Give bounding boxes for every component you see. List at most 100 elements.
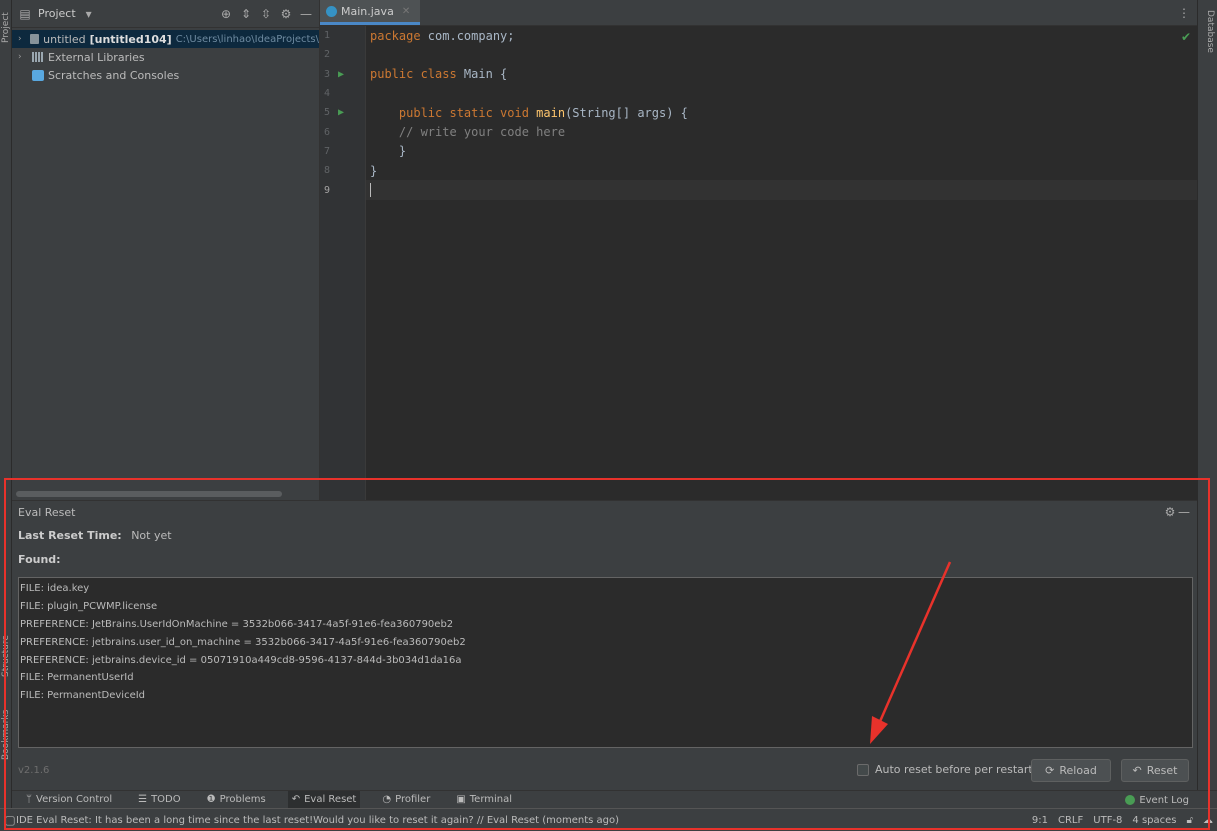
tab-version-control[interactable]: ᛘ Version Control [22,791,116,809]
tab-label: TODO [151,794,181,805]
code-editor: Main.java ✕ ⋮ 1 2 3 ▶ 4 5 ▶ 6 7 8 9 packag… [319,0,1197,500]
indent-setting[interactable]: 4 spaces [1132,815,1176,826]
right-tool-strip: Database [1197,0,1217,790]
run-icon[interactable]: ▶ [338,69,344,80]
found-list-item: PREFERENCE: jetbrains.user_id_on_machine… [20,636,466,648]
bottom-tool-tabs: ᛘ Version Control ☰ TODO ❶ Problems ↶ Eval R… [12,790,1217,809]
line-number: 2 [324,49,331,61]
tree-item-external-libraries[interactable]: › External Libraries [12,48,319,66]
database-tool-tab[interactable]: Database [1205,10,1215,53]
terminal-icon: ▣ [456,794,466,805]
project-view-icon: ▤ [19,6,31,21]
code-line: // write your code here [370,125,566,140]
undo-icon: ↶ [291,794,301,805]
reset-button[interactable]: ↶ Reset [1121,759,1189,782]
file-encoding[interactable]: UTF-8 [1093,815,1122,826]
line-number: 7 [324,145,331,157]
line-number: 5 ▶ [324,107,345,119]
status-bar: ▢ IDE Eval Reset: It has been a long tim… [0,808,1217,831]
tab-eval-reset[interactable]: ↶ Eval Reset [287,790,361,809]
line-separator[interactable]: CRLF [1058,815,1083,826]
profiler-icon: ◔ [382,794,392,805]
gear-icon[interactable]: ⚙ [279,7,293,21]
undo-icon: ↶ [1132,764,1142,777]
found-list-item: PREFERENCE: JetBrains.UserIdOnMachine = … [20,618,454,630]
found-list-item: FILE: PermanentDeviceId [20,690,146,702]
code-area[interactable]: package com.company; public class Main {… [366,26,1197,500]
bookmarks-tool-tab[interactable]: Bookmarks [0,705,12,765]
status-message[interactable]: IDE Eval Reset: It has been a long time … [16,815,1032,826]
project-panel-title[interactable]: Project [38,7,76,20]
tab-todo[interactable]: ☰ TODO [134,791,185,809]
tree-item-label: untitled [43,32,86,46]
module-folder-icon [29,34,40,44]
structure-tool-tab[interactable]: Structure [0,630,12,682]
java-class-icon [326,5,337,17]
database-tool-tab-label: Database [1205,10,1215,53]
library-icon [32,52,44,62]
editor-tab-bar: Main.java ✕ ⋮ [320,0,1197,26]
auto-reset-option[interactable]: Auto reset before per restart [857,763,1033,776]
line-number: 9 [324,184,331,196]
lock-icon[interactable]: 🔓︎ [1187,815,1193,826]
tree-item-path: C:\Users\linhao\IdeaProjects\ [175,33,319,45]
tab-label: Main.java [341,4,394,18]
toggle-tool-windows-icon[interactable]: ▢ [4,813,16,827]
reset-button-label: Reset [1146,764,1178,777]
more-options-icon[interactable]: ⋮ [1177,6,1191,20]
tree-item-untitled[interactable]: › untitled [untitled104] C:\Users\linhao… [12,30,319,48]
line-number: 8 [324,165,331,177]
auto-reset-checkbox[interactable] [857,763,869,776]
locate-icon[interactable]: ⊕ [219,7,233,21]
text-caret [370,183,371,198]
chevron-right-icon[interactable]: › [18,34,26,44]
found-list[interactable]: FILE: idea.key FILE: plugin_PCWMP.licens… [18,577,1193,748]
code-line: package com.company; [370,28,515,43]
caret-position[interactable]: 9:1 [1032,815,1048,826]
project-tool-tab-label: Project [1,12,11,44]
tab-label: Problems [219,794,266,805]
chevron-down-icon[interactable]: ▾ [82,7,96,21]
event-log-button[interactable]: Event Log [1125,791,1189,809]
found-list-item: PREFERENCE: jetbrains.device_id = 050719… [20,654,462,666]
scratches-icon [32,69,44,81]
tab-label: Eval Reset [304,794,357,805]
bookmarks-tool-tab-label: Bookmarks [1,709,11,761]
found-list-item: FILE: idea.key [20,583,90,595]
event-log-icon [1125,795,1136,805]
eval-reset-panel: Eval Reset ⚙ — Last Reset Time: Not yet … [12,500,1197,790]
refresh-icon: ⟳ [1045,764,1055,777]
reload-button[interactable]: ⟳ Reload [1031,759,1111,782]
tab-profiler[interactable]: ◔ Profiler [378,791,434,809]
close-icon[interactable]: ✕ [402,6,410,17]
notifications-icon[interactable]: ☁ [1203,815,1213,826]
gear-icon[interactable]: ⚙ [1163,505,1177,519]
chevron-right-icon[interactable]: › [18,52,28,62]
tab-label: Terminal [469,794,513,805]
code-line: } [370,163,378,178]
expand-all-icon[interactable]: ⇕ [239,7,253,21]
tab-label: Profiler [395,794,431,805]
event-log-label: Event Log [1139,794,1189,806]
horizontal-scrollbar[interactable] [16,491,282,497]
minimize-icon[interactable]: — [1177,505,1191,519]
tree-item-scratches[interactable]: Scratches and Consoles [12,66,319,84]
tab-main-java[interactable]: Main.java ✕ [320,0,421,25]
collapse-all-icon[interactable]: ⇳ [259,7,273,21]
project-tool-tab[interactable]: Project [0,4,12,52]
reload-button-label: Reload [1059,764,1097,777]
tab-terminal[interactable]: ▣ Terminal [452,791,516,809]
tree-item-module-name: [untitled104] [89,32,172,46]
project-panel: ▤ Project ▾ ⊕ ⇕ ⇳ ⚙ — › untitled [untitl… [12,0,319,500]
run-icon[interactable]: ▶ [338,107,344,118]
last-reset-label: Last Reset Time: [18,529,122,542]
code-line-current [366,180,1197,200]
info-icon: ❶ [206,794,216,805]
tab-label: Version Control [36,794,113,805]
minimize-icon[interactable]: — [299,7,313,21]
structure-tool-tab-label: Structure [1,635,11,677]
tab-problems[interactable]: ❶ Problems [203,791,270,809]
code-line: public static void main (String[] args) { [370,105,688,120]
